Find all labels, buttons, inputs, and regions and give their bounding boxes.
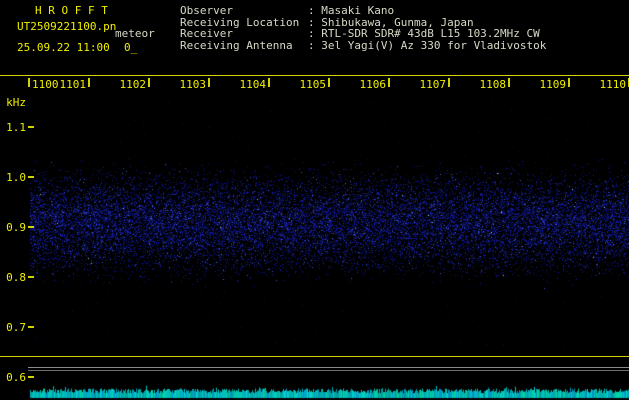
frequency-tick bbox=[28, 376, 34, 378]
frequency-tick-label: 1.0 bbox=[6, 171, 26, 184]
frequency-tick-label: 0.7 bbox=[6, 321, 26, 334]
frequency-tick bbox=[28, 126, 34, 128]
info-row-receiving-location: Receiving Location: Shibukawa, Gunma, Ja… bbox=[180, 17, 474, 28]
info-label: Observer bbox=[180, 4, 233, 17]
level-strip-divider-line bbox=[0, 356, 629, 357]
info-row-receiver: Receiver: RTL-SDR SDR# 43dB L15 103.2MHz… bbox=[180, 28, 540, 39]
time-tick bbox=[208, 78, 210, 87]
echo-counter: 0_ bbox=[124, 41, 138, 54]
info-label: Receiver bbox=[180, 27, 233, 40]
time-tick bbox=[268, 78, 270, 87]
info-row-receiving-antenna: Receiving Antenna : 3el Yagi(V) Az 330 fo… bbox=[180, 40, 546, 51]
time-tick-label: 1101 bbox=[59, 78, 87, 91]
frequency-tick bbox=[28, 176, 34, 178]
hrofft-spectrogram-window: H R O F F T UT2509221100.pn meteor 25.09… bbox=[0, 0, 629, 400]
filename: UT2509221100.pn bbox=[17, 20, 117, 33]
spectrogram-canvas bbox=[0, 0, 629, 400]
time-tick bbox=[88, 78, 90, 87]
time-tick-label: 1106 bbox=[359, 78, 387, 91]
time-tick bbox=[28, 78, 30, 87]
time-tick-label: 1103 bbox=[179, 78, 207, 91]
frequency-tick bbox=[28, 276, 34, 278]
station-name: meteor bbox=[115, 27, 155, 40]
time-tick bbox=[388, 78, 390, 87]
time-tick-label: 1104 bbox=[239, 78, 267, 91]
info-label: Receiving Location bbox=[180, 15, 300, 29]
frequency-tick-label: 0.8 bbox=[6, 271, 26, 284]
time-tick bbox=[328, 78, 330, 87]
time-tick bbox=[568, 78, 570, 87]
frequency-tick-label: 0.6 bbox=[6, 371, 26, 384]
time-tick-label: 1102 bbox=[119, 78, 147, 91]
time-tick bbox=[508, 78, 510, 87]
frequency-tick-label: 1.1 bbox=[6, 121, 26, 134]
frequency-axis-unit: kHz bbox=[6, 96, 26, 109]
info-row-observer: Observer: Masaki Kano bbox=[180, 5, 394, 16]
info-value: : 3el Yagi(V) Az 330 for Vladivostok bbox=[308, 38, 547, 52]
level-reference-line-lower bbox=[28, 370, 629, 371]
date-time: 25.09.22 11:00 bbox=[17, 41, 110, 54]
info-label: Receiving Antenna bbox=[180, 38, 293, 52]
header-divider-line bbox=[0, 75, 629, 76]
frequency-tick-label: 0.9 bbox=[6, 221, 26, 234]
app-title: H R O F F T bbox=[35, 4, 108, 17]
time-tick-label: 1105 bbox=[299, 78, 327, 91]
time-tick bbox=[148, 78, 150, 87]
frequency-tick bbox=[28, 226, 34, 228]
time-tick bbox=[448, 78, 450, 87]
level-reference-line-upper bbox=[28, 367, 629, 368]
time-tick-label: 1107 bbox=[419, 78, 447, 91]
time-tick-label: 1110 bbox=[599, 78, 627, 91]
time-tick-label: 1109 bbox=[539, 78, 567, 91]
frequency-tick bbox=[28, 326, 34, 328]
time-tick-label: 1108 bbox=[479, 78, 507, 91]
time-tick-label: 1100 bbox=[32, 78, 59, 91]
